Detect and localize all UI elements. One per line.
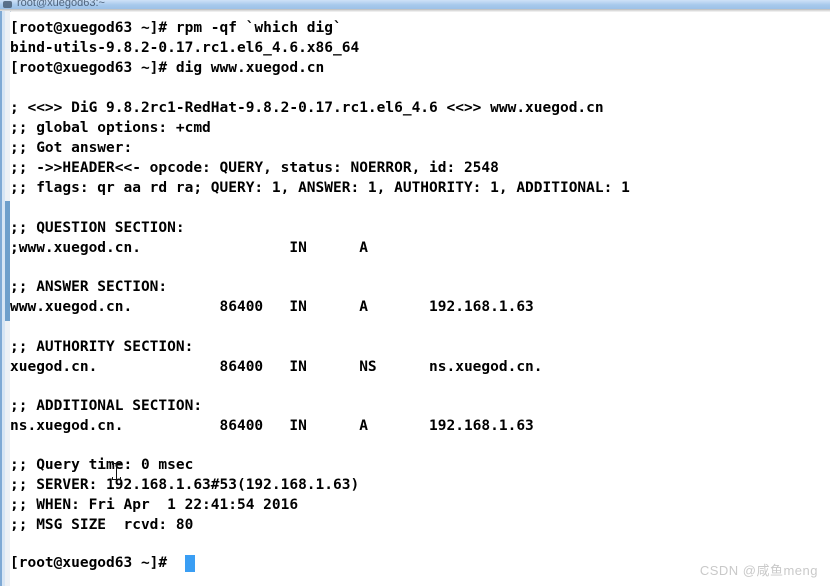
terminal-line: ;; QUESTION SECTION:: [10, 220, 185, 236]
terminal-line: ;; ADDITIONAL SECTION:: [10, 398, 203, 414]
terminal-window: root@xuegod63:~ [root@xuegod63 ~]# rpm -…: [0, 0, 830, 586]
terminal-icon: [3, 1, 12, 8]
terminal-line: xuegod.cn. 86400 IN NS ns.xuegod.cn.: [10, 359, 543, 375]
terminal-line: ns.xuegod.cn. 86400 IN A 192.168.1.63: [10, 418, 534, 434]
terminal-line: ;; WHEN: Fri Apr 1 22:41:54 2016: [10, 497, 299, 513]
terminal-line: ;; global options: +cmd: [10, 120, 211, 136]
terminal-line: ; <<>> DiG 9.8.2rc1-RedHat-9.8.2-0.17.rc…: [10, 100, 604, 116]
terminal-line: ;; SERVER: 192.168.1.63#53(192.168.1.63): [10, 477, 360, 493]
terminal-line: ;; AUTHORITY SECTION:: [10, 339, 194, 355]
terminal-line: [root@xuegod63 ~]# dig www.xuegod.cn: [10, 60, 325, 76]
terminal-line: [root@xuegod63 ~]#: [10, 555, 176, 571]
terminal-line: ;; Got answer:: [10, 140, 133, 156]
terminal-line: ;; Query time: 0 msec: [10, 457, 194, 473]
window-titlebar[interactable]: root@xuegod63:~: [0, 0, 830, 9]
terminal-line: bind-utils-9.8.2-0.17.rc1.el6_4.6.x86_64: [10, 40, 360, 56]
terminal-line: ;www.xuegod.cn. IN A: [10, 240, 368, 256]
terminal-line: ;; flags: qr aa rd ra; QUERY: 1, ANSWER:…: [10, 180, 630, 196]
terminal-cursor: [185, 555, 195, 572]
window-left-frame: [0, 11, 11, 586]
terminal-output-area[interactable]: [root@xuegod63 ~]# rpm -qf `which dig` bi…: [10, 12, 830, 586]
window-title: root@xuegod63:~: [17, 0, 105, 9]
terminal-line: [root@xuegod63 ~]# rpm -qf `which dig`: [10, 20, 342, 36]
terminal-line: ;; ->>HEADER<<- opcode: QUERY, status: N…: [10, 160, 499, 176]
watermark: CSDN @咸鱼meng: [699, 563, 818, 578]
terminal-line: ;; ANSWER SECTION:: [10, 279, 168, 295]
terminal-line: www.xuegod.cn. 86400 IN A 192.168.1.63: [10, 299, 534, 315]
terminal-line: ;; MSG SIZE rcvd: 80: [10, 517, 194, 533]
